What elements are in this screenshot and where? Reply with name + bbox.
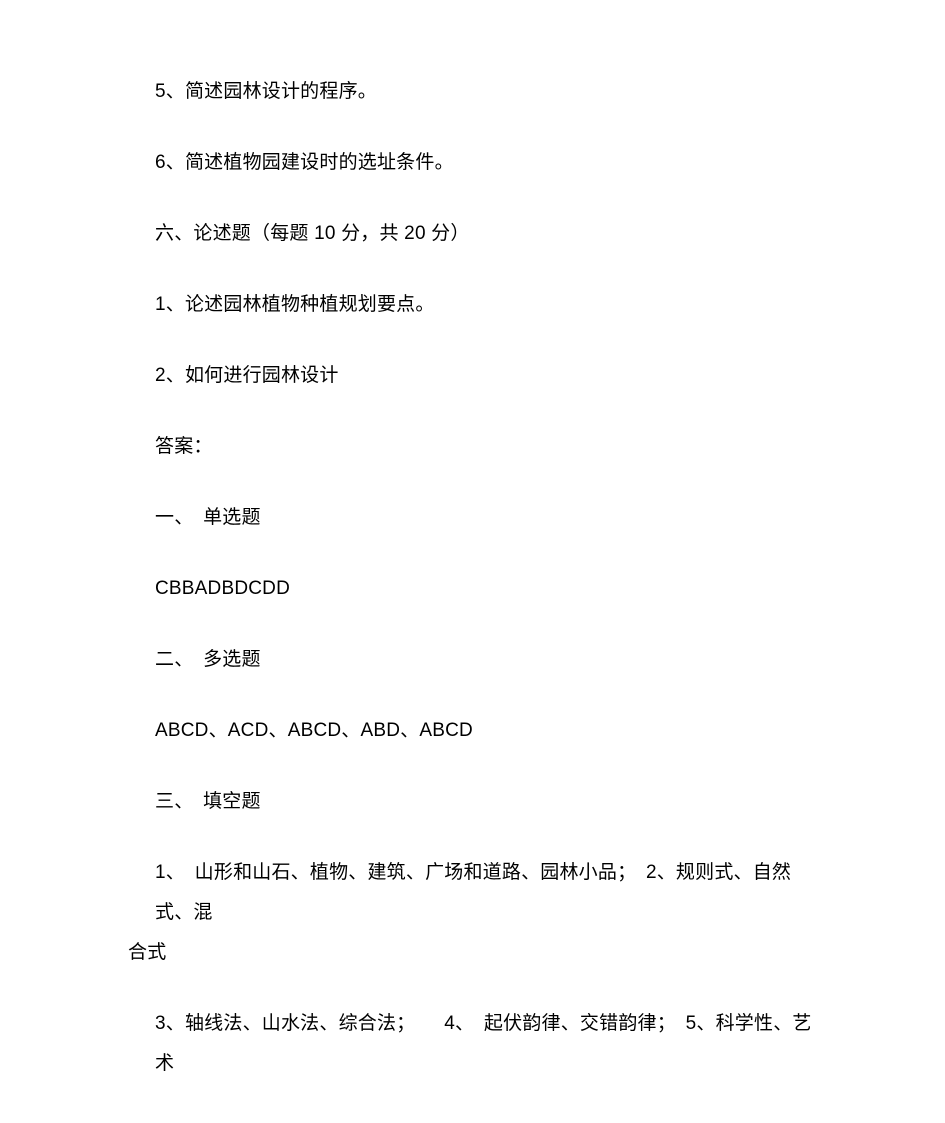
document-page: 5、简述园林设计的程序。 6、简述植物园建设时的选址条件。 六、论述题（每题 1… [0, 0, 945, 1123]
answer-fill-blank-line-1-runon: 合式 [128, 942, 167, 963]
heading-answer-section-three: 三、 填空题 [155, 791, 261, 812]
heading-answer-section-one: 一、 单选题 [155, 507, 261, 528]
heading-section-six: 六、论述题（每题 10 分，共 20 分） [155, 223, 470, 244]
answer-fill-blank-line-1-text: 1、 山形和山石、植物、建筑、广场和道路、园林小品； 2、规则式、自然式、混 [155, 862, 792, 923]
answer-fill-blank-line-2: 3、轴线法、山水法、综合法； 4、 起伏韵律、交错韵律； 5、科学性、艺术 [155, 1013, 812, 1074]
answer-multi-choice-values: ABCD、ACD、ABCD、ABD、ABCD [155, 720, 473, 741]
answer-single-choice-values: CBBADBDCDD [155, 578, 291, 599]
label-answers: 答案： [155, 436, 213, 457]
paragraph-q6-short-answer: 6、简述植物园建设时的选址条件。 [155, 152, 454, 173]
heading-answer-section-two: 二、 多选题 [155, 649, 261, 670]
answer-fill-blank-line-1: 1、 山形和山石、植物、建筑、广场和道路、园林小品； 2、规则式、自然式、混合式 [128, 853, 828, 973]
paragraph-q5-short-answer: 5、简述园林设计的程序。 [155, 81, 377, 102]
paragraph-essay-q1: 1、论述园林植物种植规划要点。 [155, 294, 435, 315]
document-text-body: 5、简述园林设计的程序。 6、简述植物园建设时的选址条件。 六、论述题（每题 1… [128, 72, 828, 1074]
paragraph-essay-q2: 2、如何进行园林设计 [155, 365, 339, 386]
